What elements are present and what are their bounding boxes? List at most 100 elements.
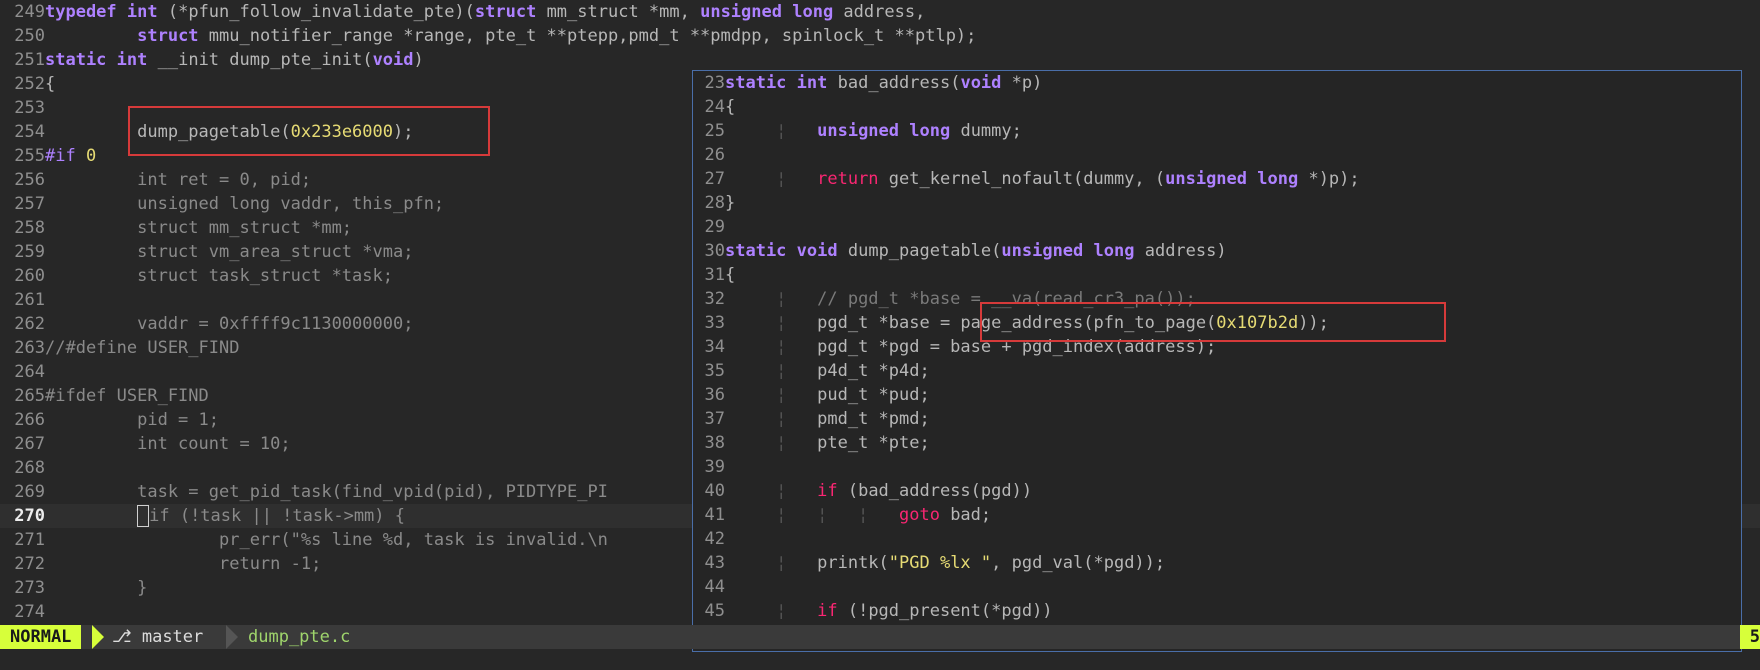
line-number: 269 bbox=[14, 482, 45, 502]
line-number: 45 bbox=[704, 601, 725, 621]
code-line[interactable]: 36 ¦ pud_t *pud; bbox=[693, 383, 1741, 407]
floating-preview-window[interactable]: 23static int bad_address(void *p) 24{25 ¦… bbox=[692, 70, 1742, 652]
line-number: 28 bbox=[704, 193, 725, 213]
line-number: 24 bbox=[704, 97, 725, 117]
code-text: #ifdef USER_FIND bbox=[45, 386, 209, 406]
line-number: 44 bbox=[704, 577, 725, 597]
code-text: struct task_struct *task; bbox=[45, 266, 393, 286]
code-text: ¦ p4d_t *p4d; bbox=[725, 361, 930, 381]
line-number: 271 bbox=[14, 530, 45, 550]
code-line[interactable]: 41 ¦ ¦ ¦ goto bad; bbox=[693, 503, 1741, 527]
code-line[interactable]: 38 ¦ pte_t *pte; bbox=[693, 431, 1741, 455]
code-line[interactable]: 250 struct mmu_notifier_range *range, pt… bbox=[0, 24, 1760, 48]
code-line[interactable]: 249typedef int (*pfun_follow_invalidate_… bbox=[0, 0, 1760, 24]
code-text: return -1; bbox=[45, 554, 322, 574]
code-text: int count = 10; bbox=[45, 434, 291, 454]
line-number: 272 bbox=[14, 554, 45, 574]
line-number: 34 bbox=[704, 337, 725, 357]
code-text: //#define USER_FIND bbox=[45, 338, 240, 358]
code-text: int ret = 0, pid; bbox=[45, 170, 312, 190]
code-text: { bbox=[725, 265, 736, 285]
line-number: 33 bbox=[704, 313, 725, 333]
line-number: 259 bbox=[14, 242, 45, 262]
line-number: 43 bbox=[704, 553, 725, 573]
status-right-segment: 5 bbox=[1740, 625, 1760, 649]
line-number: 265 bbox=[14, 386, 45, 406]
code-text: ¦ printk("PGD %lx ", pgd_val(*pgd)); bbox=[725, 553, 1166, 573]
code-line[interactable]: 23static int bad_address(void *p) bbox=[693, 71, 1741, 95]
git-branch: ⎇ master bbox=[112, 625, 203, 649]
code-text: { bbox=[725, 97, 736, 117]
code-line[interactable]: 44 bbox=[693, 575, 1741, 599]
line-number: 41 bbox=[704, 505, 725, 525]
line-number: 268 bbox=[14, 458, 45, 478]
code-line[interactable]: 30static void dump_pagetable(unsigned lo… bbox=[693, 239, 1741, 263]
highlight-box-dump-pagetable-call bbox=[128, 106, 490, 156]
code-text: if (!task || !task->mm) { bbox=[45, 504, 405, 528]
line-number: 29 bbox=[704, 217, 725, 237]
line-number: 26 bbox=[704, 145, 725, 165]
code-text: unsigned long vaddr, this_pfn; bbox=[45, 194, 445, 214]
code-text: struct vm_area_struct *vma; bbox=[45, 242, 414, 262]
line-number: 25 bbox=[704, 121, 725, 141]
code-line[interactable]: 40 ¦ if (bad_address(pgd)) bbox=[693, 479, 1741, 503]
line-number: 31 bbox=[704, 265, 725, 285]
code-text: ¦ pte_t *pte; bbox=[725, 433, 930, 453]
line-number: 263 bbox=[14, 338, 45, 358]
code-text: typedef int (*pfun_follow_invalidate_pte… bbox=[45, 2, 926, 22]
line-number: 262 bbox=[14, 314, 45, 334]
line-number: 32 bbox=[704, 289, 725, 309]
code-text: { bbox=[45, 74, 56, 94]
code-line[interactable]: 28} bbox=[693, 191, 1741, 215]
code-line[interactable]: 39 bbox=[693, 455, 1741, 479]
branch-separator bbox=[226, 625, 238, 649]
code-text: ¦ ¦ ¦ goto bad; bbox=[725, 505, 992, 525]
line-number: 270 bbox=[14, 506, 45, 526]
code-line[interactable]: 42 bbox=[693, 527, 1741, 551]
line-number: 273 bbox=[14, 578, 45, 598]
code-text: static int __init dump_pte_init(void) bbox=[45, 50, 424, 70]
code-text: #if 0 bbox=[45, 146, 97, 166]
mode-indicator: NORMAL bbox=[0, 625, 82, 649]
code-line[interactable]: 29 bbox=[693, 215, 1741, 239]
code-line[interactable]: 26 bbox=[693, 143, 1741, 167]
code-text: ¦ if (!pgd_present(*pgd)) bbox=[725, 601, 1053, 621]
highlight-box-page-address bbox=[980, 302, 1446, 342]
code-line[interactable]: 251static int __init dump_pte_init(void) bbox=[0, 48, 1760, 72]
line-number: 251 bbox=[14, 50, 45, 70]
code-line[interactable]: 45 ¦ if (!pgd_present(*pgd)) bbox=[693, 599, 1741, 623]
code-line[interactable]: 27 ¦ return get_kernel_nofault(dummy, (u… bbox=[693, 167, 1741, 191]
line-number: 256 bbox=[14, 170, 45, 190]
code-text: } bbox=[45, 578, 148, 598]
line-number: 30 bbox=[704, 241, 725, 261]
code-text: pid = 1; bbox=[45, 410, 219, 430]
mode-separator bbox=[92, 625, 104, 649]
line-number: 261 bbox=[14, 290, 45, 310]
code-line[interactable]: 37 ¦ pmd_t *pmd; bbox=[693, 407, 1741, 431]
line-number: 23 bbox=[704, 73, 725, 93]
code-line[interactable]: 31{ bbox=[693, 263, 1741, 287]
line-number: 274 bbox=[14, 602, 45, 622]
code-line[interactable]: 35 ¦ p4d_t *p4d; bbox=[693, 359, 1741, 383]
branch-icon: ⎇ bbox=[112, 627, 132, 647]
line-number: 266 bbox=[14, 410, 45, 430]
code-line[interactable]: 43 ¦ printk("PGD %lx ", pgd_val(*pgd)); bbox=[693, 551, 1741, 575]
line-number: 257 bbox=[14, 194, 45, 214]
code-line[interactable]: 24{ bbox=[693, 95, 1741, 119]
line-number: 27 bbox=[704, 169, 725, 189]
line-number: 250 bbox=[14, 26, 45, 46]
line-number: 258 bbox=[14, 218, 45, 238]
line-number: 260 bbox=[14, 266, 45, 286]
line-number: 249 bbox=[14, 2, 45, 22]
code-text: task = get_pid_task(find_vpid(pid), PIDT… bbox=[45, 482, 608, 502]
code-text: ¦ pud_t *pud; bbox=[725, 385, 930, 405]
code-line[interactable]: 25 ¦ unsigned long dummy; bbox=[693, 119, 1741, 143]
file-name: dump_pte.c bbox=[248, 627, 351, 647]
code-text: struct mm_struct *mm; bbox=[45, 218, 353, 238]
line-number: 253 bbox=[14, 98, 45, 118]
code-text: ¦ pmd_t *pmd; bbox=[725, 409, 930, 429]
code-text: pr_err("%s line %d, task is invalid.\n bbox=[45, 530, 608, 550]
status-bar: NORMAL ⎇ master dump_pte.c 5 bbox=[0, 625, 1760, 649]
line-number: 252 bbox=[14, 74, 45, 94]
line-number: 36 bbox=[704, 385, 725, 405]
